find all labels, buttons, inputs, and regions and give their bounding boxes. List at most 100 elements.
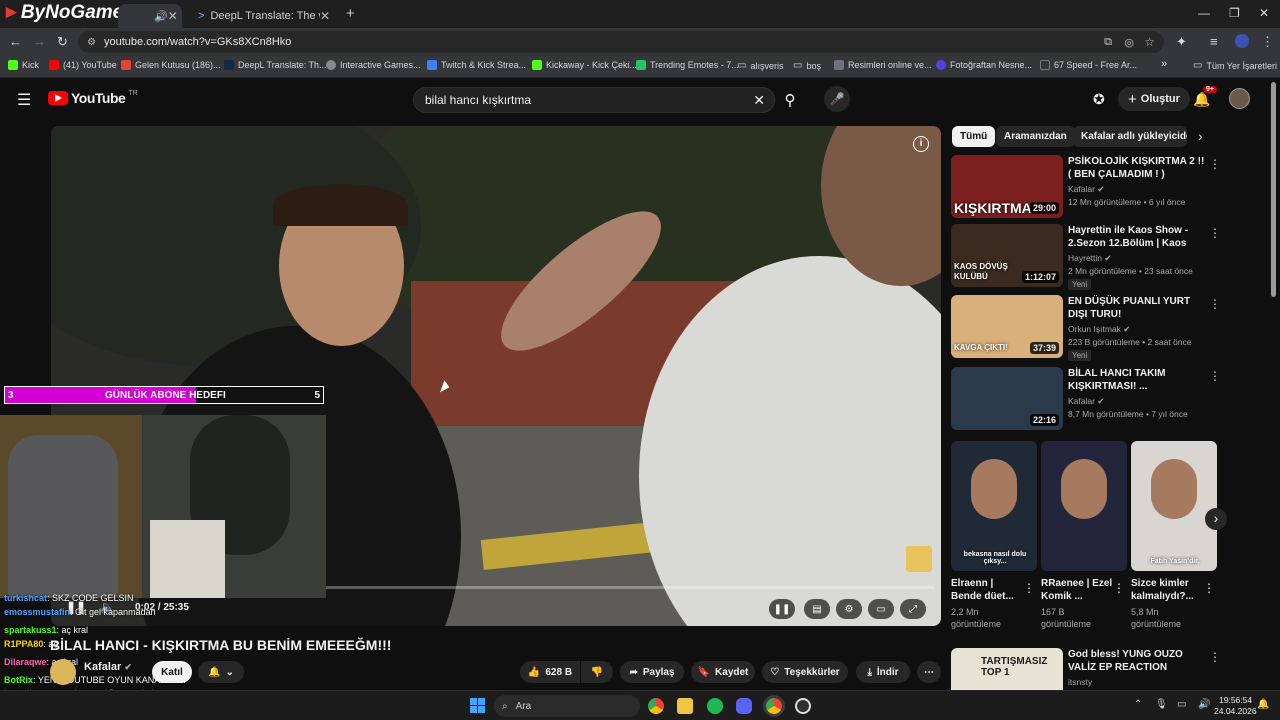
menu-icon[interactable]: ⋮ — [1261, 34, 1274, 50]
settings-icon[interactable]: ⚙ — [836, 599, 862, 619]
more-options-icon[interactable]: ⋮ — [1203, 581, 1215, 595]
dislike-button[interactable]: 👎 — [581, 661, 613, 683]
install-icon[interactable]: ⧉ — [1104, 36, 1112, 49]
bookmark-item[interactable]: (41) YouTube — [49, 60, 117, 70]
forward-icon[interactable]: → — [33, 34, 46, 49]
hamburger-menu-icon[interactable]: ☰ — [17, 90, 31, 110]
search-input[interactable]: bilal hancı kışkırtma ✕ — [413, 87, 775, 113]
profile-avatar[interactable] — [1235, 34, 1249, 48]
page-scrollbar[interactable] — [1271, 82, 1276, 297]
recommended-video[interactable]: TARTIŞMASIZ TOP 1 God bless! YUNG OUZO V… — [951, 648, 1221, 690]
fullscreen-icon[interactable]: ⤢ — [900, 599, 926, 619]
bookmark-item[interactable]: 67 Speed - Free Ar... — [1040, 60, 1137, 70]
recommended-video[interactable]: KIŞKIRTMA 29:00 PSİKOLOJİK KIŞKIRTMA 2 !! … — [951, 155, 1221, 219]
more-options-icon[interactable]: ⋮ — [1209, 650, 1221, 664]
obs-icon[interactable] — [795, 698, 811, 714]
bookmark-item[interactable]: Interactive Games... — [326, 60, 421, 70]
share-button[interactable]: ➦ Paylaş — [620, 661, 684, 683]
discord-icon[interactable] — [736, 698, 752, 714]
bookmarks-overflow-button[interactable]: » — [1161, 58, 1167, 70]
tab-deepl[interactable]: > DeepL Translate: The world's m ✕ — [188, 4, 340, 28]
notification-bell-icon[interactable]: 🔔 — [1257, 699, 1269, 710]
more-actions-button[interactable]: ⋯ — [917, 661, 941, 683]
eye-off-icon[interactable]: ◎ — [1124, 36, 1134, 49]
new-tab-button[interactable]: + — [346, 5, 355, 22]
close-tab-icon[interactable]: ✕ — [320, 9, 330, 23]
chrome-icon[interactable] — [648, 698, 664, 714]
network-icon[interactable]: ▭ — [1177, 699, 1186, 710]
media-icon[interactable]: ≡ — [1210, 34, 1218, 49]
spotify-icon[interactable] — [707, 698, 723, 714]
subtitles-icon[interactable]: ▤ — [804, 599, 830, 619]
bookmark-item[interactable]: Gelen Kutusu (186)... — [121, 60, 221, 70]
tray-chevron-icon[interactable]: ⌃ — [1134, 699, 1142, 710]
extensions-icon[interactable]: ✦ — [1176, 34, 1187, 50]
bookmark-item[interactable]: Kick — [8, 60, 39, 70]
search-button[interactable]: ⚲ — [775, 87, 805, 113]
recommended-video[interactable]: 22:16 BİLAL HANCI TAKIM KIŞKIRTMASI! ... K… — [951, 367, 1221, 431]
like-button[interactable]: 👍 628 B — [520, 661, 580, 683]
channel-name[interactable]: Kafalar ✔ — [84, 661, 132, 673]
thanks-button[interactable]: ♡ Teşekkürler — [762, 661, 848, 683]
windows-start-icon[interactable] — [470, 698, 485, 713]
notifications-button[interactable]: 🔔 9+ — [1193, 86, 1217, 108]
clock-time[interactable]: 19:56:54 — [1219, 695, 1252, 705]
address-bar[interactable]: ⚙ youtube.com/watch?v=GKs8XCn8Hko ⧉ ◎ ☆ — [78, 31, 1164, 53]
bookmark-folder[interactable]: ▭ boş — [793, 60, 821, 71]
subscribe-bell-button[interactable]: 🔔 ⌄ — [198, 661, 244, 683]
chrome-active-icon[interactable] — [766, 698, 782, 714]
premium-icon[interactable]: ✪ — [1093, 91, 1105, 108]
short-item[interactable]: Fatih Yasin'dir. Sizce kimler kalmalıydı?… — [1131, 441, 1217, 630]
all-bookmarks-button[interactable]: ▭ Tüm Yer İşaretleri — [1193, 60, 1277, 71]
close-window-button[interactable]: ✕ — [1259, 6, 1269, 20]
more-options-icon[interactable]: ⋮ — [1209, 226, 1221, 240]
reload-icon[interactable]: ↻ — [57, 34, 68, 50]
more-options-icon[interactable]: ⋮ — [1113, 581, 1125, 595]
user-avatar[interactable] — [1229, 88, 1250, 109]
join-button[interactable]: Katıl — [152, 661, 192, 683]
bookmark-folder[interactable]: ▭ alışveris — [737, 60, 783, 71]
channel-avatar[interactable] — [50, 659, 76, 685]
more-options-icon[interactable]: ⋮ — [1209, 369, 1221, 383]
maximize-button[interactable]: ❐ — [1229, 6, 1240, 20]
channel-watermark[interactable] — [906, 546, 932, 572]
bookmark-item[interactable]: Twitch & Kick Strea... — [427, 60, 526, 70]
more-options-icon[interactable]: ⋮ — [1209, 297, 1221, 311]
bookmark-item[interactable]: Resimleri online ve... — [834, 60, 932, 70]
taskbar-search[interactable]: ⌕ Ara — [494, 695, 640, 717]
chip-all[interactable]: Tümü — [952, 126, 996, 147]
back-icon[interactable]: ← — [9, 34, 22, 49]
voice-search-button[interactable]: 🎤 — [824, 86, 850, 112]
site-info-icon[interactable]: ⚙ — [87, 37, 96, 48]
bookmark-item[interactable]: Kickaway - Kick Çeki... — [532, 60, 637, 70]
download-button[interactable]: ⤓ İndir — [856, 661, 910, 683]
close-tab-icon[interactable]: ✕ — [168, 9, 178, 23]
star-icon[interactable]: ☆ — [1144, 35, 1155, 49]
file-explorer-icon[interactable] — [677, 698, 693, 714]
minimize-button[interactable]: — — [1198, 6, 1210, 20]
more-options-icon[interactable]: ⋮ — [1023, 581, 1035, 595]
theater-mode-icon[interactable]: ▭ — [868, 599, 894, 619]
more-options-icon[interactable]: ⋮ — [1209, 157, 1221, 171]
bookmark-item[interactable]: Trending Emotes - 7... — [636, 60, 739, 70]
chip-from-search[interactable]: Aramanızdan — [996, 126, 1075, 147]
bookmark-item[interactable]: DeepL Translate: Th... — [224, 60, 327, 70]
mic-icon[interactable]: 🎙 — [1155, 699, 1168, 710]
volume-icon[interactable]: 🔊 — [1198, 699, 1210, 710]
recommended-video[interactable]: KAOS DÖVÜŞ KULÜBÜ 1:12:07 Hayrettin ile Ka… — [951, 224, 1221, 290]
tab-youtube-active[interactable]: 🔊 ✕ — [118, 4, 182, 28]
chevron-right-icon[interactable]: › — [1198, 128, 1203, 144]
shorts-next-button[interactable]: › — [1205, 508, 1227, 530]
bookmark-item[interactable]: Fotoğraftan Nesne... — [936, 60, 1032, 70]
recommended-video[interactable]: KAVGA ÇIKTI! 37:39 EN DÜŞÜK PUANLI YURT DI… — [951, 295, 1221, 361]
save-button[interactable]: 🔖 Kaydet — [691, 661, 755, 683]
short-item[interactable]: bekasna nasıl dolu çıksy... Elraenn | Ben… — [951, 441, 1037, 630]
autoplay-toggle[interactable]: ❚❚ — [769, 599, 795, 619]
youtube-logo[interactable]: YouTube TR — [48, 90, 138, 106]
create-button[interactable]: + Oluştur — [1118, 87, 1190, 111]
clock-date[interactable]: 24.04.2026 — [1214, 706, 1257, 716]
info-icon[interactable]: i — [913, 136, 929, 152]
clear-search-icon[interactable]: ✕ — [753, 92, 765, 109]
short-item[interactable]: RRaenee | Ezel Komik ... 167 B görüntülem… — [1041, 441, 1127, 630]
chip-from-uploader[interactable]: Kafalar adlı yükleyiciden — [1073, 126, 1187, 147]
